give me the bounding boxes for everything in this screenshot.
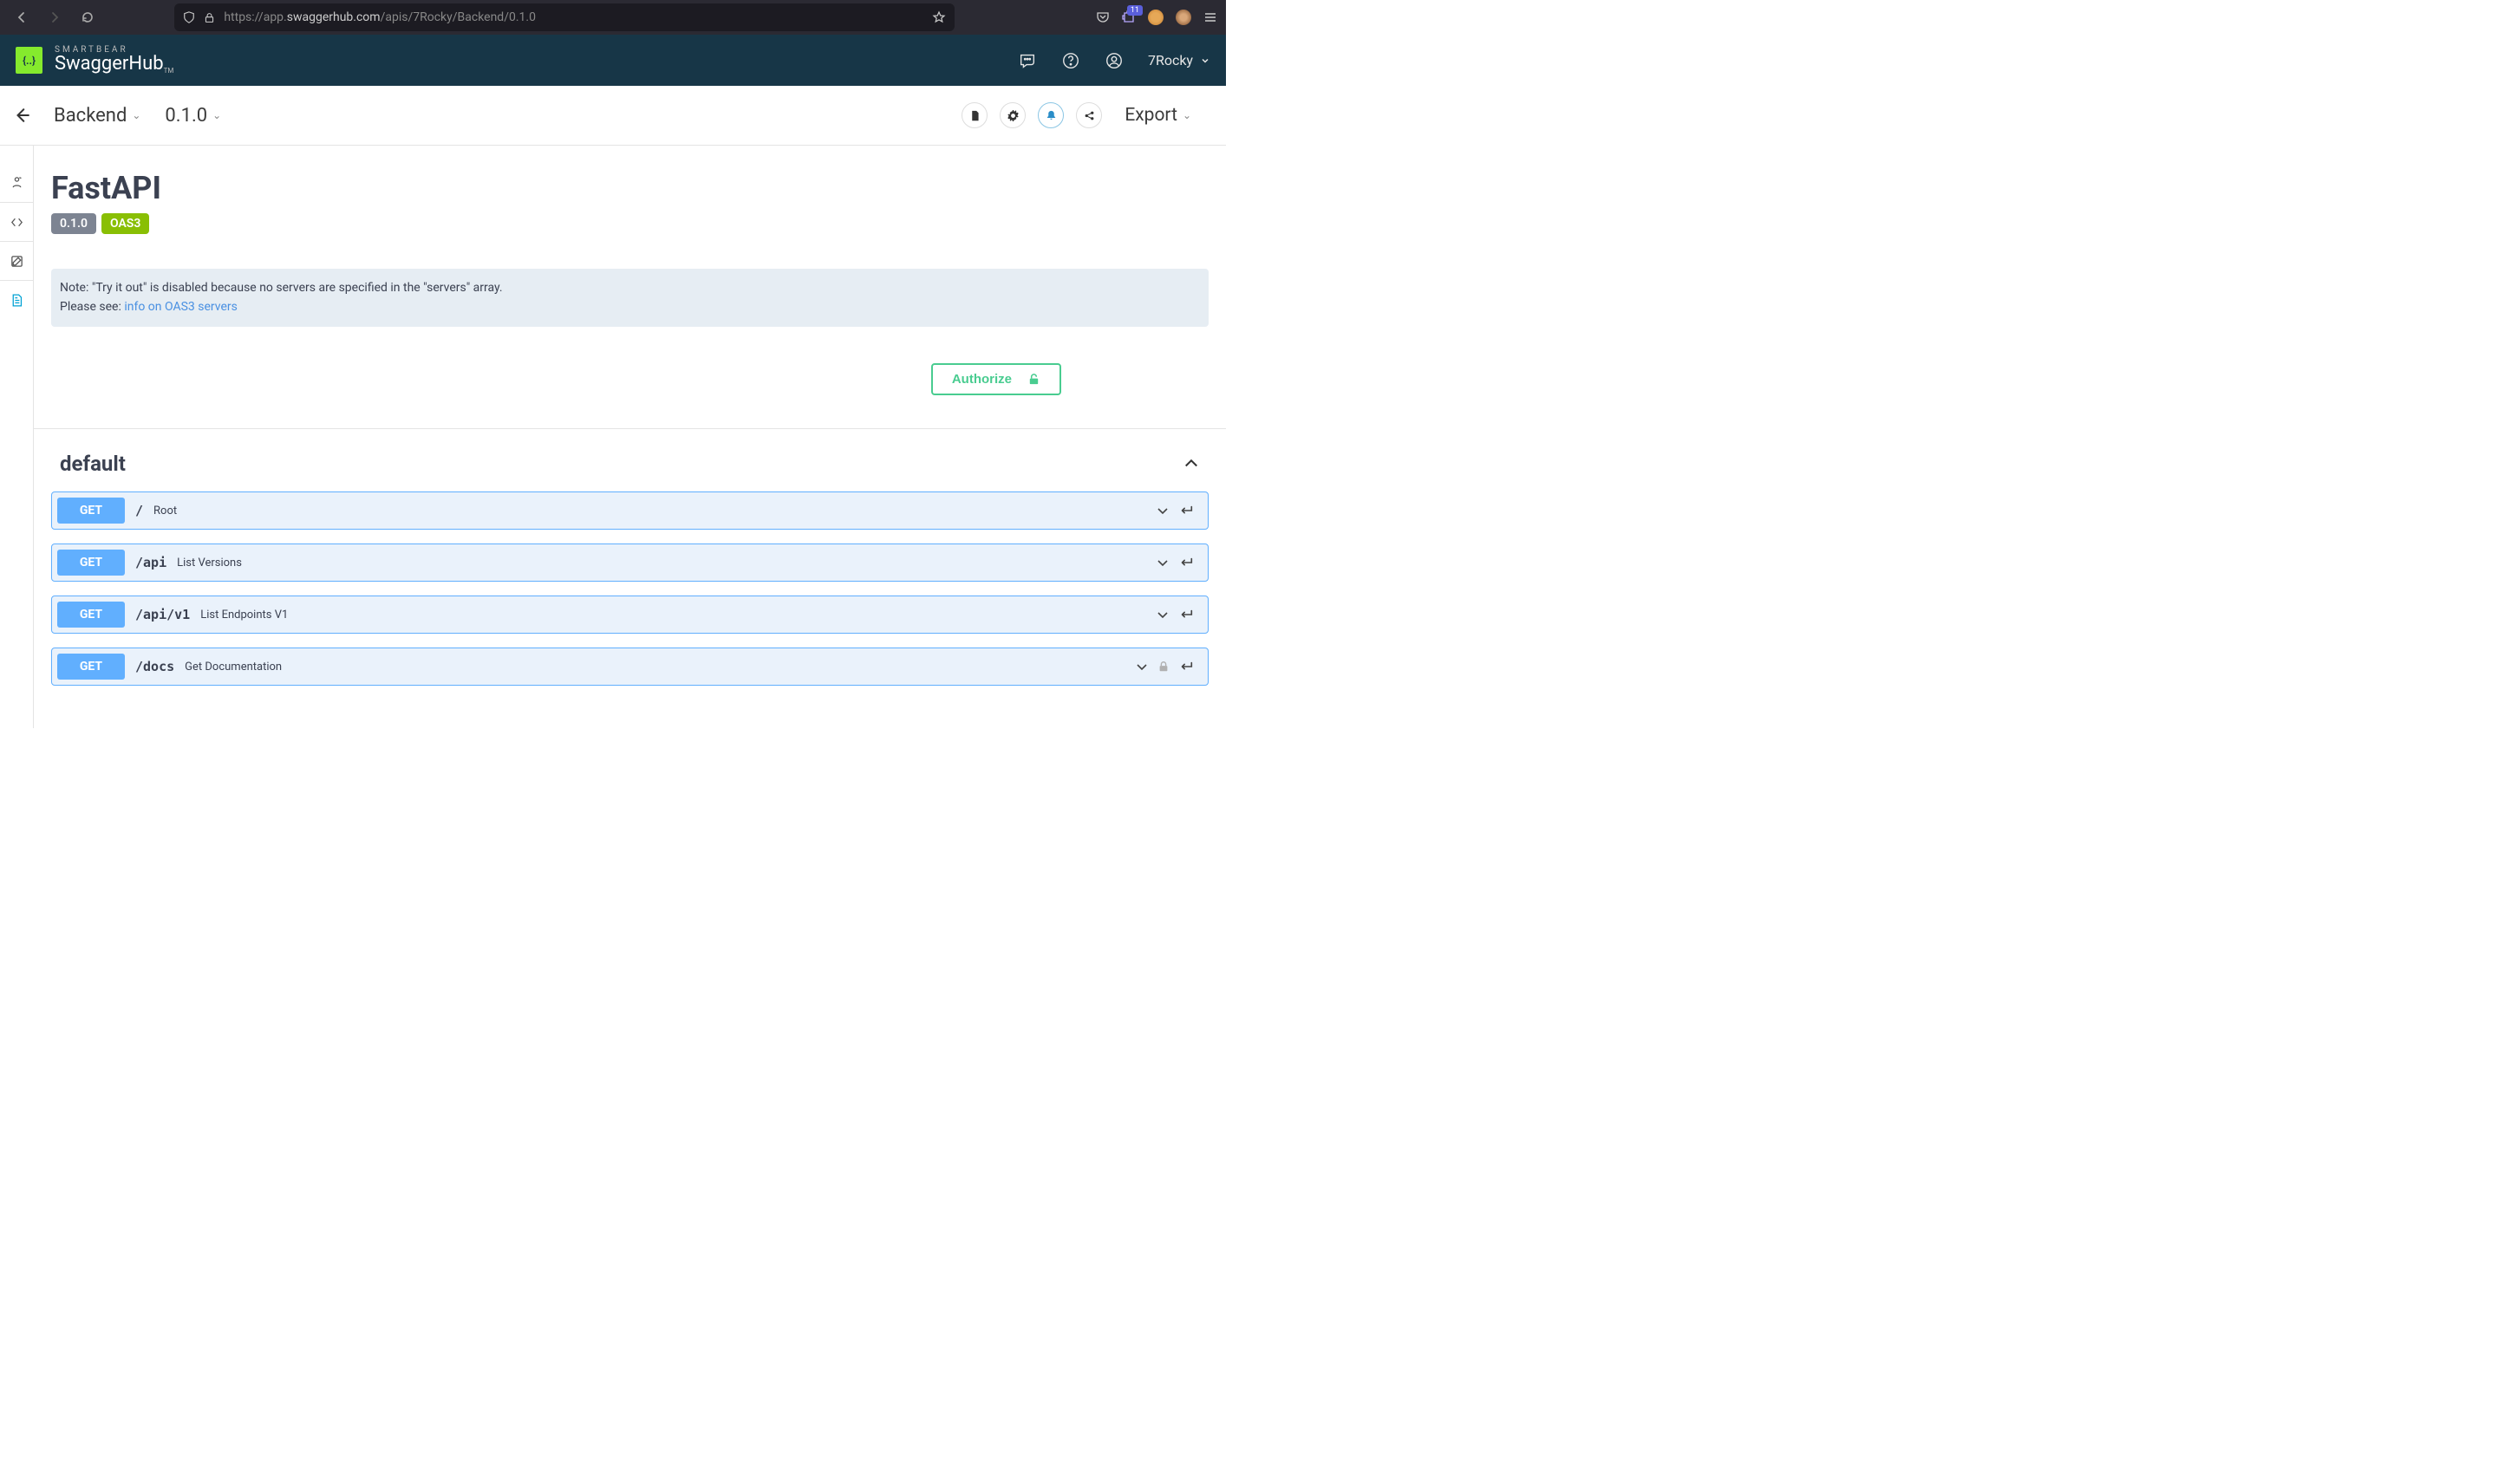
app-header: {..} SMARTBEAR SwaggerHubTM 7Rocky xyxy=(0,35,1226,86)
endpoint-summary: Get Documentation xyxy=(185,661,282,674)
code-tab-icon[interactable] xyxy=(0,202,33,241)
version-badge: 0.1.0 xyxy=(51,213,96,234)
export-dropdown[interactable]: Export ⌄ xyxy=(1125,105,1191,126)
swaggerhub-logo-icon[interactable]: {..} xyxy=(16,47,42,74)
docs-tab-icon[interactable] xyxy=(0,280,33,319)
oas3-servers-link[interactable]: info on OAS3 servers xyxy=(124,300,238,314)
lock-icon xyxy=(1157,661,1170,673)
operation-row[interactable]: GET/api/v1 List Endpoints V1 xyxy=(51,596,1209,634)
operation-row[interactable]: GET/api List Versions xyxy=(51,543,1209,582)
http-method: GET xyxy=(57,654,125,680)
newline-icon xyxy=(1178,661,1194,673)
hamburger-menu-icon[interactable] xyxy=(1203,10,1217,24)
tag-name: default xyxy=(60,452,126,476)
username-label: 7Rocky xyxy=(1148,52,1193,68)
endpoint-summary: Root xyxy=(153,504,177,517)
endpoint-path: /docs xyxy=(135,659,174,674)
browser-toolbar: https://app.swaggerhub.com/apis/7Rocky/B… xyxy=(0,0,1226,35)
username-dropdown[interactable]: 7Rocky xyxy=(1148,52,1210,68)
endpoint-path: /api/v1 xyxy=(135,607,190,622)
newline-icon xyxy=(1178,556,1194,569)
chat-icon[interactable] xyxy=(1018,51,1037,70)
notifications-button[interactable] xyxy=(1038,102,1064,128)
url-text: https://app.swaggerhub.com/apis/7Rocky/B… xyxy=(224,10,923,24)
nav-forward-button[interactable] xyxy=(42,4,68,30)
api-name-dropdown[interactable]: Backend ⌄ xyxy=(54,105,140,127)
lock-icon xyxy=(204,12,215,23)
authorize-button[interactable]: Authorize xyxy=(931,363,1061,395)
newline-icon xyxy=(1178,504,1194,517)
api-title: FastAPI xyxy=(51,170,1209,206)
swaggerhub-logo-text: SMARTBEAR SwaggerHubTM xyxy=(55,46,173,75)
chevron-down-icon: ⌄ xyxy=(212,109,221,121)
chevron-down-icon xyxy=(1200,55,1210,66)
newline-icon xyxy=(1178,609,1194,621)
back-button[interactable] xyxy=(14,107,29,123)
doc-content: FastAPI 0.1.0 OAS3 Note: "Try it out" is… xyxy=(34,146,1226,728)
url-bar[interactable]: https://app.swaggerhub.com/apis/7Rocky/B… xyxy=(174,3,955,31)
api-sub-header: Backend ⌄ 0.1.0 ⌄ Export ⌄ xyxy=(0,86,1226,146)
endpoint-summary: List Endpoints V1 xyxy=(200,609,288,622)
operation-row[interactable]: GET / Root xyxy=(51,491,1209,530)
endpoint-path: /api xyxy=(135,555,166,570)
endpoint-path: / xyxy=(135,503,143,518)
side-rail xyxy=(0,146,34,728)
chevron-down-icon: ⌄ xyxy=(1183,109,1191,121)
edit-tab-icon[interactable] xyxy=(0,241,33,280)
chevron-down-icon xyxy=(1135,660,1149,674)
operation-row[interactable]: GET/docs Get Documentation xyxy=(51,648,1209,686)
settings-button[interactable] xyxy=(1000,102,1026,128)
cookie-icon[interactable] xyxy=(1148,10,1164,25)
info-note: Note: "Try it out" is disabled because n… xyxy=(51,269,1209,327)
oas-badge: OAS3 xyxy=(101,213,149,234)
version-dropdown[interactable]: 0.1.0 ⌄ xyxy=(165,105,221,127)
chevron-up-icon xyxy=(1183,455,1200,472)
http-method: GET xyxy=(57,498,125,524)
endpoint-summary: List Versions xyxy=(177,556,242,570)
extension-icon[interactable] xyxy=(1122,10,1136,24)
share-button[interactable] xyxy=(1076,102,1102,128)
help-icon[interactable] xyxy=(1061,51,1080,70)
chevron-down-icon xyxy=(1156,504,1170,517)
bookmark-star-icon[interactable] xyxy=(932,10,946,24)
document-button[interactable] xyxy=(962,102,988,128)
chevron-down-icon: ⌄ xyxy=(132,109,140,121)
http-method: GET xyxy=(57,550,125,576)
chevron-down-icon xyxy=(1156,608,1170,622)
user-icon[interactable] xyxy=(1105,51,1124,70)
tag-header[interactable]: default xyxy=(51,446,1209,491)
shield-icon xyxy=(183,11,195,23)
design-tab-icon[interactable] xyxy=(0,163,33,202)
unlock-icon xyxy=(1027,373,1040,386)
nav-back-button[interactable] xyxy=(9,4,35,30)
profile-avatar-icon[interactable] xyxy=(1176,10,1191,25)
chevron-down-icon xyxy=(1156,556,1170,570)
nav-reload-button[interactable] xyxy=(75,4,101,30)
http-method: GET xyxy=(57,602,125,628)
pocket-icon[interactable] xyxy=(1096,10,1110,24)
